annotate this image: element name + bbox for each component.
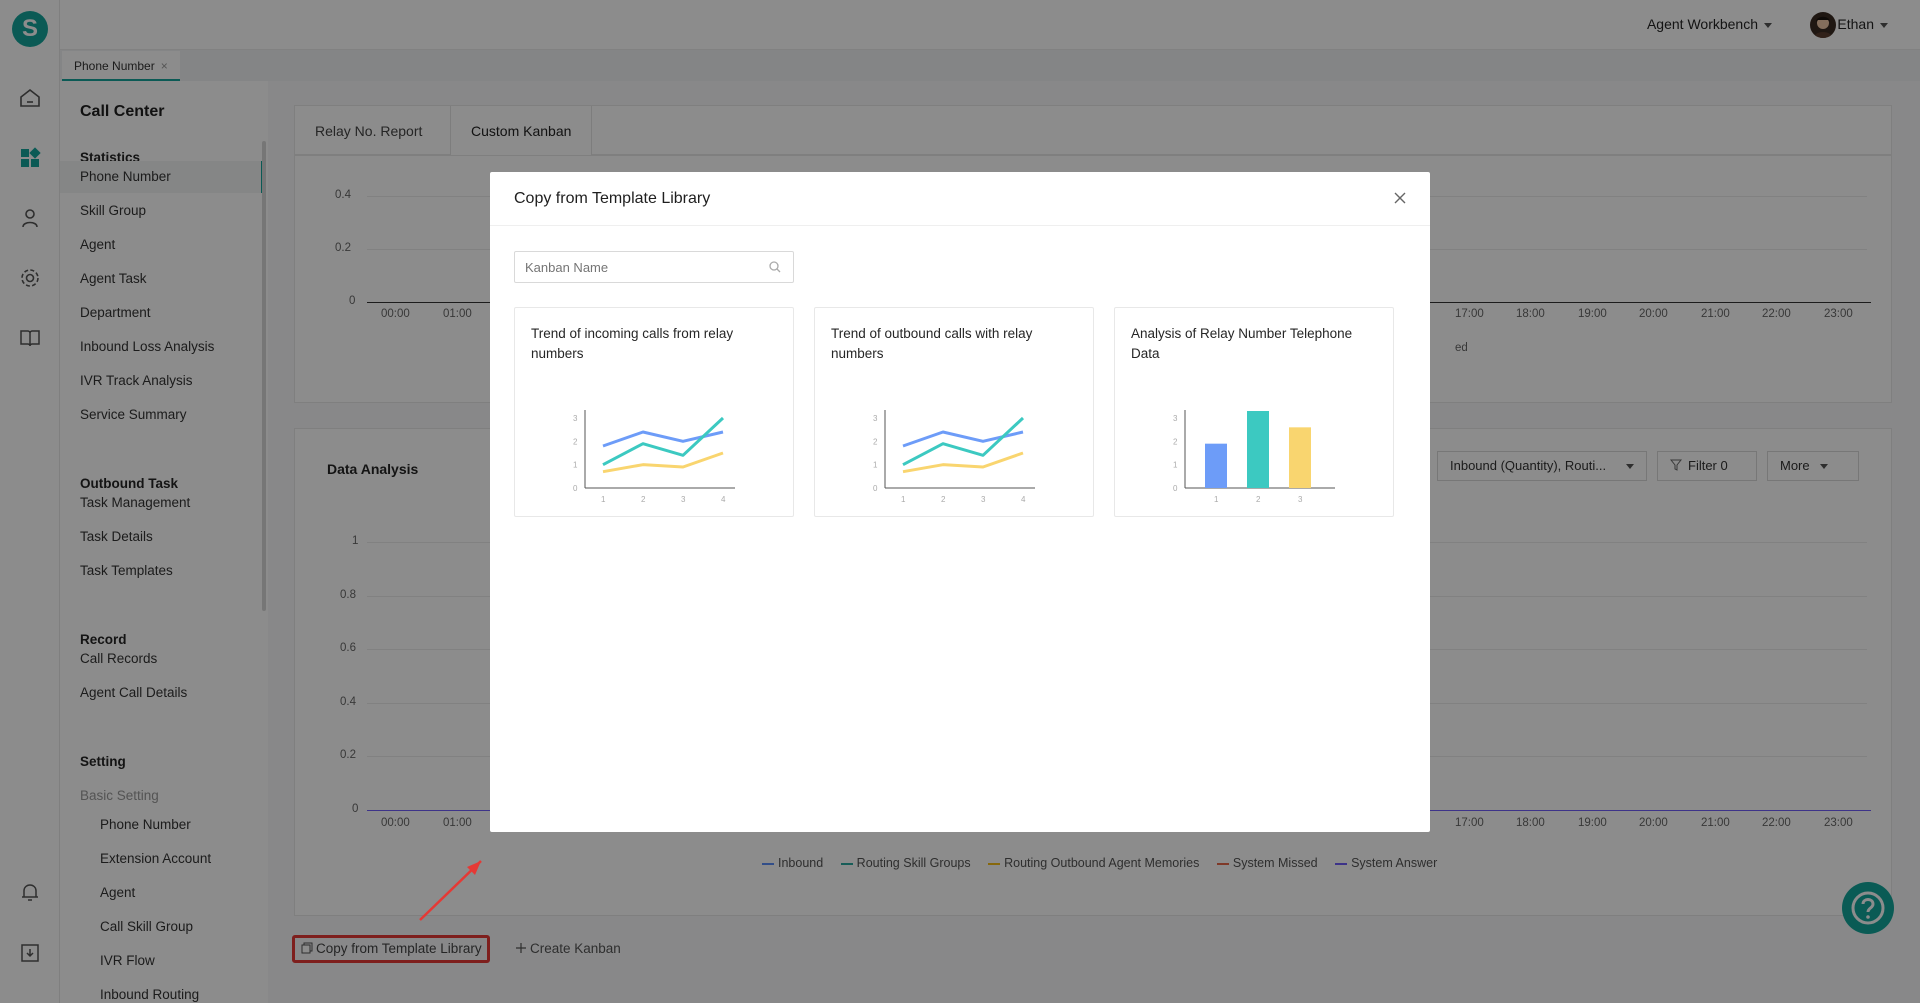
- x-tick-label: 1: [1214, 495, 1219, 504]
- template-title: Analysis of Relay Number Telephone Data: [1131, 326, 1353, 361]
- bar: [1205, 443, 1227, 488]
- x-tick-label: 1: [901, 495, 906, 504]
- y-tick-label: 1: [1173, 461, 1178, 470]
- x-tick-label: 3: [981, 495, 986, 504]
- template-title: Trend of incoming calls from relay numbe…: [531, 326, 734, 361]
- modal-title: Copy from Template Library: [514, 190, 711, 207]
- close-icon[interactable]: [1388, 186, 1412, 210]
- kanban-name-search-input[interactable]: [514, 251, 794, 283]
- y-tick-label: 1: [873, 461, 878, 470]
- template-card[interactable]: Trend of incoming calls from relay numbe…: [514, 307, 794, 517]
- template-library-modal: Copy from Template Library Trend of inco…: [490, 172, 1430, 832]
- annotation-arrow: [419, 860, 482, 921]
- x-tick-label: 2: [1256, 495, 1261, 504]
- template-card[interactable]: Analysis of Relay Number Telephone Data …: [1114, 307, 1394, 517]
- template-title: Trend of outbound calls with relay numbe…: [831, 326, 1033, 361]
- y-tick-label: 3: [1173, 414, 1178, 423]
- x-tick-label: 3: [681, 495, 686, 504]
- template-line-chart: 0 1 2 3 1 2 3 4: [873, 410, 1035, 504]
- y-tick-label: 0: [873, 484, 878, 493]
- modal-header: Copy from Template Library: [490, 172, 1430, 226]
- y-tick-label: 2: [873, 437, 878, 446]
- x-tick-label: 4: [721, 495, 726, 504]
- y-tick-label: 0: [1173, 484, 1178, 493]
- x-tick-label: 2: [941, 495, 946, 504]
- search-icon: [769, 261, 781, 273]
- y-tick-label: 2: [1173, 437, 1178, 446]
- series-line: [602, 416, 725, 466]
- x-tick-label: 3: [1298, 495, 1303, 504]
- template-card[interactable]: Trend of outbound calls with relay numbe…: [814, 307, 1094, 517]
- bar: [1289, 427, 1311, 488]
- y-tick-label: 1: [573, 461, 578, 470]
- y-tick-label: 3: [873, 414, 878, 423]
- x-tick-label: 4: [1021, 495, 1026, 504]
- template-line-chart: 0 1 2 3 1 2 3 4: [573, 410, 735, 504]
- y-tick-label: 0: [573, 484, 578, 493]
- x-tick-label: 2: [641, 495, 646, 504]
- bar: [1247, 411, 1269, 488]
- x-tick-label: 1: [601, 495, 606, 504]
- series-line: [902, 416, 1025, 466]
- template-bar-chart: 0 1 2 3 1 2 3: [1173, 410, 1335, 504]
- y-tick-label: 2: [573, 437, 578, 446]
- y-tick-label: 3: [573, 414, 578, 423]
